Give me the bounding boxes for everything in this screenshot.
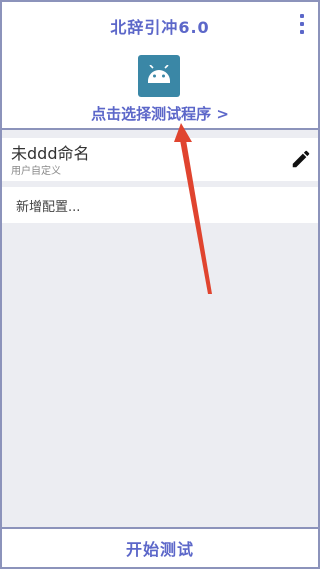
pick-test-app-link[interactable]: 点击选择测试程序 >	[2, 103, 318, 124]
header: 北辞引冲6.0 点击选择测试程序 >	[2, 2, 318, 130]
start-test-button[interactable]: 开始测试	[2, 527, 318, 567]
android-app-icon[interactable]	[138, 55, 180, 97]
app-window: 北辞引冲6.0 点击选择测试程序 > 未ddd命名 用户自定义 新增配置... …	[0, 0, 320, 569]
start-test-label: 开始测试	[125, 540, 194, 559]
add-config-button[interactable]: 新增配置...	[2, 187, 318, 223]
config-subtitle: 用户自定义	[11, 166, 61, 177]
config-list: 未ddd命名 用户自定义 新增配置...	[2, 130, 318, 527]
config-name: 未ddd命名	[11, 144, 90, 163]
app-title: 北辞引冲6.0	[110, 18, 210, 37]
more-menu-icon[interactable]	[296, 14, 308, 34]
edit-icon[interactable]	[290, 148, 312, 170]
config-item[interactable]: 未ddd命名 用户自定义	[2, 138, 318, 181]
add-config-label: 新增配置...	[16, 200, 81, 215]
android-icon	[148, 65, 170, 83]
pencil-icon	[292, 150, 310, 168]
